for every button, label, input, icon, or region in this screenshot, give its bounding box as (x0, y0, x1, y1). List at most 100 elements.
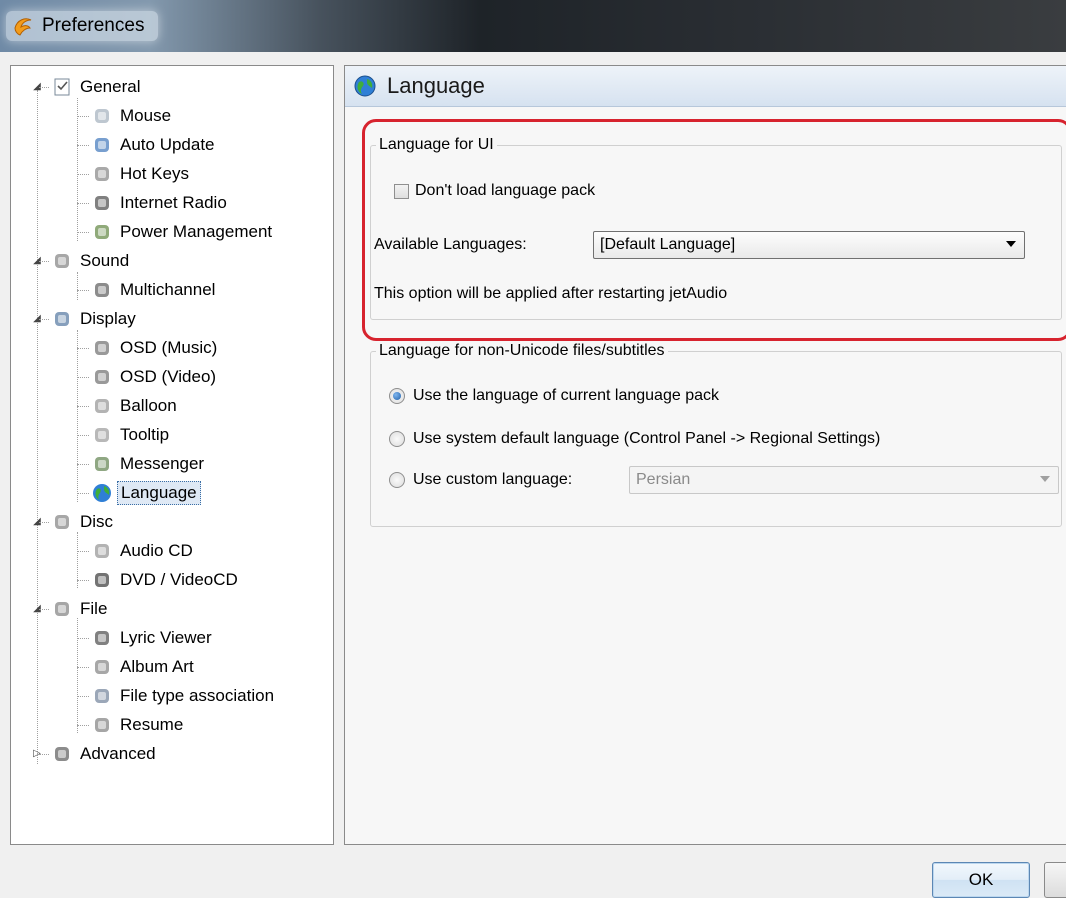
microphone-icon (95, 631, 109, 645)
tree-item-label: Messenger (120, 454, 205, 473)
tree-item-resume[interactable]: Resume (77, 712, 186, 738)
tree-item-tooltip[interactable]: Tooltip (77, 422, 172, 448)
tree-connector (77, 348, 89, 349)
available-languages-text: Available Languages: (374, 236, 527, 253)
radio-system-button[interactable] (389, 431, 405, 447)
tree-item-label: Lyric Viewer (120, 628, 212, 647)
tree-item-label: Resume (120, 715, 184, 734)
tree-item-auto-update[interactable]: Auto Update (77, 132, 218, 158)
ok-button[interactable]: OK (932, 862, 1030, 898)
tree-item-label: Sound (80, 251, 130, 270)
tree-item-display[interactable]: ◢ Display (33, 306, 139, 332)
tree-connector (77, 696, 89, 697)
title-group: Preferences (6, 11, 159, 41)
tree-item-balloon[interactable]: Balloon (77, 393, 180, 419)
tooltip-icon (95, 428, 109, 442)
custom-language-select[interactable]: Persian (629, 466, 1059, 494)
tree-item-label: DVD / VideoCD (120, 570, 238, 589)
tree-item-hot-keys[interactable]: Hot Keys (77, 161, 192, 187)
advanced-icon (55, 747, 69, 761)
globe-icon (93, 484, 111, 502)
tree-item-label: Hot Keys (120, 164, 189, 183)
tree-item-label: Multichannel (120, 280, 216, 299)
tree-item-disc[interactable]: ◢ Disc (33, 509, 116, 535)
radio-system-default-language[interactable]: Use system default language (Control Pan… (389, 430, 880, 448)
disc-icon (55, 515, 69, 529)
power-icon (95, 225, 109, 239)
nonunicode-language-legend: Language for non-Unicode files/subtitles (379, 342, 665, 359)
tree-item-label: Advanced (80, 744, 156, 763)
tree-item-osd-video[interactable]: OSD (Video) (77, 364, 219, 390)
tree-connector (37, 90, 38, 764)
tree-item-label: Album Art (120, 657, 194, 676)
available-languages-value: [Default Language] (600, 236, 736, 253)
tree-connector (77, 725, 89, 726)
tree-connector (77, 145, 89, 146)
tree-connector (77, 377, 89, 378)
tree-item-multichannel[interactable]: Multichannel (77, 277, 218, 303)
tree-item-language[interactable]: Language (77, 480, 201, 506)
radio-custom-button[interactable] (389, 472, 405, 488)
tree-connector (77, 580, 89, 581)
tree-connector (77, 493, 89, 494)
tree-item-album-art[interactable]: Album Art (77, 654, 197, 680)
tree-item-label: Power Management (120, 222, 273, 241)
tree-item-label: File (80, 599, 108, 618)
tree-connector (77, 330, 78, 502)
title-bar[interactable]: Preferences (0, 0, 1066, 52)
tree-connector (77, 435, 89, 436)
tree-item-power-management[interactable]: Power Management (77, 219, 275, 245)
checklist-icon (54, 78, 70, 96)
tree-item-label: Display (80, 309, 136, 328)
display-icon (55, 312, 69, 326)
balloon-icon (95, 399, 109, 413)
tree-item-mouse[interactable]: Mouse (77, 103, 174, 129)
available-languages-label: Available Languages: (374, 236, 527, 254)
tree-item-dvd-videocd[interactable]: DVD / VideoCD (77, 567, 241, 593)
tree-item-general[interactable]: ◢ General (33, 74, 143, 100)
mouse-icon (95, 109, 109, 123)
tree-connector (77, 551, 89, 552)
tree-item-label: Audio CD (120, 541, 193, 560)
tree-item-sound[interactable]: ◢ Sound (33, 248, 132, 274)
window-title: Preferences (42, 15, 145, 36)
tree-item-label: Tooltip (120, 425, 170, 444)
tree-connector (77, 203, 89, 204)
tree-connector (77, 174, 89, 175)
tree-item-label: OSD (Music) (120, 338, 218, 357)
tree-item-lyric-viewer[interactable]: Lyric Viewer (77, 625, 215, 651)
tree-connector (39, 522, 49, 523)
dont-load-language-pack-row[interactable]: Don't load language pack (394, 182, 595, 200)
osd-icon (95, 370, 109, 384)
radio-custom-language[interactable]: Use custom language: (389, 471, 572, 489)
file-association-icon (95, 689, 109, 703)
tree-item-file-type-association[interactable]: File type association (77, 683, 277, 709)
available-languages-select[interactable]: [Default Language] (593, 231, 1025, 259)
radio-current-language-pack[interactable]: Use the language of current language pac… (389, 387, 719, 405)
section-header: Language (345, 66, 1066, 107)
dont-load-language-pack-checkbox[interactable] (394, 183, 409, 199)
tree-item-file[interactable]: ◢ File (33, 596, 110, 622)
radio-current-label: Use the language of current language pac… (413, 387, 719, 404)
keyboard-icon (95, 167, 109, 181)
radio-current-button[interactable] (389, 388, 405, 404)
tree-connector (77, 638, 89, 639)
tree-connector (39, 261, 49, 262)
tree-item-advanced[interactable]: ▷ Advanced (33, 741, 159, 767)
cancel-button-partial[interactable] (1044, 862, 1066, 898)
restart-note: This option will be applied after restar… (374, 285, 727, 303)
tree-item-internet-radio[interactable]: Internet Radio (77, 190, 230, 216)
settings-panel: Language Language for UI Don't load lang… (344, 65, 1066, 845)
jetaudio-app-icon (14, 18, 32, 36)
ui-language-legend: Language for UI (379, 136, 494, 153)
chevron-down-icon (1040, 476, 1050, 482)
custom-language-value: Persian (636, 471, 691, 488)
album-art-icon (95, 660, 109, 674)
multichannel-icon (95, 283, 109, 297)
tree-item-messenger[interactable]: Messenger (77, 451, 207, 477)
tree-item-label: Auto Update (120, 135, 215, 154)
tree-item-osd-music[interactable]: OSD (Music) (77, 335, 220, 361)
tree-item-audio-cd[interactable]: Audio CD (77, 538, 196, 564)
preferences-tree[interactable]: ◢ General Mouse Auto Update Hot Keys Internet… (10, 65, 334, 845)
file-icon (55, 602, 69, 616)
